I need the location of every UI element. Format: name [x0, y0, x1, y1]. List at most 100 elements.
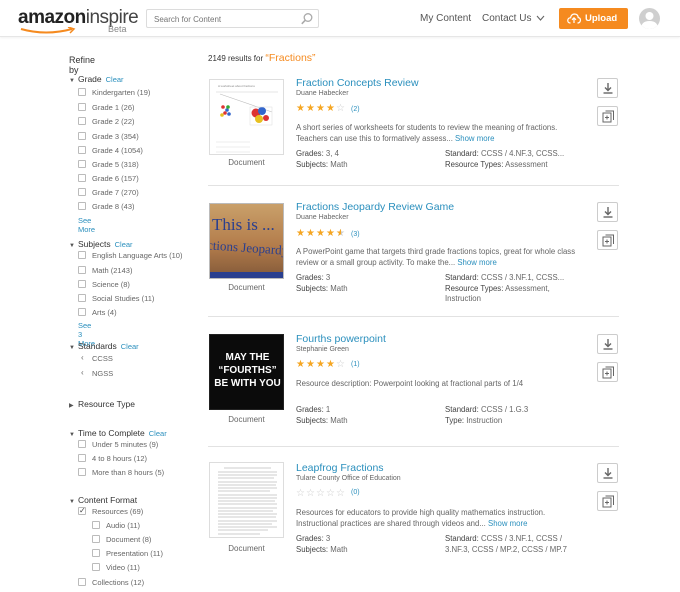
- grade-section-toggle[interactable]: ▼ Grade Clear: [69, 74, 124, 84]
- time-option[interactable]: 4 to 8 hours (12): [92, 454, 147, 463]
- subject-option[interactable]: Science (8): [92, 280, 130, 289]
- subject-checkbox[interactable]: [78, 280, 86, 288]
- grade-checkbox[interactable]: [78, 188, 86, 196]
- standards-section-toggle[interactable]: ▼ Standards Clear: [69, 341, 139, 351]
- standards-clear-link[interactable]: Clear: [121, 342, 139, 351]
- grade-option[interactable]: Grade 6 (157): [92, 174, 139, 183]
- grade-checkbox[interactable]: [78, 202, 86, 210]
- subject-checkbox[interactable]: [78, 294, 86, 302]
- rating-count[interactable]: (3): [351, 231, 360, 238]
- time-checkbox[interactable]: [78, 468, 86, 476]
- time-option[interactable]: Under 5 minutes (9): [92, 440, 158, 449]
- thumb-fourths-line2: “FOURTHS”: [218, 365, 276, 376]
- grade-checkbox[interactable]: [78, 88, 86, 96]
- format-sub-checkbox[interactable]: [92, 549, 100, 557]
- download-button[interactable]: [597, 463, 618, 483]
- grade-option[interactable]: Grade 4 (1054): [92, 146, 143, 155]
- result-title[interactable]: Fourths powerpoint: [296, 333, 386, 345]
- collections-checkbox[interactable]: [78, 578, 86, 586]
- contact-us-link[interactable]: Contact Us: [482, 13, 545, 24]
- grade-checkbox[interactable]: [78, 117, 86, 125]
- show-more-link[interactable]: Show more: [488, 519, 527, 528]
- grade-option[interactable]: Grade 2 (22): [92, 117, 135, 126]
- format-sub-checkbox[interactable]: [92, 521, 100, 529]
- result-author[interactable]: Stephanie Green: [296, 346, 349, 353]
- format-option-resources[interactable]: Resources (69): [92, 507, 143, 516]
- grade-checkbox[interactable]: [78, 146, 86, 154]
- format-sub-option[interactable]: Document (8): [106, 535, 151, 544]
- resources-checkbox[interactable]: [78, 506, 86, 515]
- chevron-left-icon[interactable]: ‹: [81, 368, 84, 377]
- result-title[interactable]: Fractions Jeopardy Review Game: [296, 201, 454, 213]
- grade-clear-link[interactable]: Clear: [106, 75, 124, 84]
- grade-checkbox[interactable]: [78, 160, 86, 168]
- rating-count[interactable]: (1): [351, 361, 360, 368]
- grade-option[interactable]: Grade 5 (318): [92, 160, 139, 169]
- search-icon[interactable]: [300, 12, 314, 26]
- download-button[interactable]: [597, 78, 618, 98]
- format-sub-checkbox[interactable]: [92, 535, 100, 543]
- format-sub-checkbox[interactable]: [92, 563, 100, 571]
- time-clear-link[interactable]: Clear: [149, 429, 167, 438]
- download-button[interactable]: [597, 334, 618, 354]
- subjects-clear-link[interactable]: Clear: [115, 240, 133, 249]
- result-thumbnail[interactable]: MAY THE “FOURTHS” BE WITH YOU: [209, 334, 284, 410]
- show-more-link[interactable]: Show more: [457, 258, 496, 267]
- result-description-text: A short series of worksheets for student…: [296, 123, 558, 143]
- result-title[interactable]: Fraction Concepts Review: [296, 77, 419, 89]
- grade-checkbox[interactable]: [78, 174, 86, 182]
- result-thumbnail[interactable]: This is ... ctions Jeopardy: [209, 203, 284, 279]
- upload-button[interactable]: Upload: [559, 8, 628, 29]
- rating-count[interactable]: (2): [351, 106, 360, 113]
- format-sub-option[interactable]: Audio (11): [106, 521, 140, 530]
- subject-checkbox[interactable]: [78, 308, 86, 316]
- time-checkbox[interactable]: [78, 440, 86, 448]
- search-input[interactable]: [154, 13, 294, 25]
- search-box[interactable]: [146, 9, 319, 28]
- time-option[interactable]: More than 8 hours (5): [92, 468, 164, 477]
- chevron-left-icon[interactable]: ‹: [81, 353, 84, 362]
- grade-option[interactable]: Grade 3 (354): [92, 132, 139, 141]
- result-author[interactable]: Duane Habecker: [296, 90, 349, 97]
- chevron-down-icon: [536, 15, 545, 21]
- time-section-toggle[interactable]: ▼ Time to Complete Clear: [69, 428, 167, 438]
- subject-option[interactable]: Social Studies (11): [92, 294, 154, 303]
- show-more-link[interactable]: Show more: [455, 134, 494, 143]
- grade-option[interactable]: Grade 7 (270): [92, 188, 139, 197]
- add-to-collection-button[interactable]: [597, 362, 618, 382]
- grade-checkbox[interactable]: [78, 132, 86, 140]
- subject-option[interactable]: English Language Arts (10): [92, 251, 182, 260]
- result-author[interactable]: Duane Habecker: [296, 214, 349, 221]
- add-to-collection-button[interactable]: [597, 106, 618, 126]
- subject-checkbox[interactable]: [78, 266, 86, 274]
- standard-option-ccss[interactable]: CCSS: [92, 354, 113, 363]
- subjects-section-toggle[interactable]: ▼ Subjects Clear: [69, 239, 133, 249]
- amazon-inspire-logo[interactable]: amazoninspire Beta: [18, 7, 139, 34]
- resource-type-section-toggle[interactable]: ▶ Resource Type: [69, 399, 135, 409]
- subject-option[interactable]: Arts (4): [92, 308, 117, 317]
- format-sub-option[interactable]: Video (11): [106, 563, 140, 572]
- my-content-link[interactable]: My Content: [420, 13, 471, 24]
- time-checkbox[interactable]: [78, 454, 86, 462]
- standard-option-ngss[interactable]: NGSS: [92, 369, 113, 378]
- result-thumbnail[interactable]: A worksheet about fractions: [209, 79, 284, 155]
- format-sub-option[interactable]: Presentation (11): [106, 549, 163, 558]
- result-title[interactable]: Leapfrog Fractions: [296, 462, 384, 474]
- grade-option[interactable]: Kindergarten (19): [92, 88, 150, 97]
- result-thumbnail[interactable]: [209, 462, 284, 538]
- grade-option[interactable]: Grade 1 (26): [92, 103, 135, 112]
- format-section-toggle[interactable]: ▼ Content Format: [69, 495, 137, 505]
- add-to-collection-button[interactable]: [597, 230, 618, 250]
- format-option-collections[interactable]: Collections (12): [92, 578, 144, 587]
- grade-option[interactable]: Grade 8 (43): [92, 202, 135, 211]
- avatar[interactable]: [639, 8, 660, 29]
- logo-beta: Beta: [108, 24, 127, 34]
- result-author[interactable]: Tulare County Office of Education: [296, 475, 401, 482]
- subject-checkbox[interactable]: [78, 251, 86, 259]
- grade-see-more-link[interactable]: See More: [78, 216, 95, 234]
- download-button[interactable]: [597, 202, 618, 222]
- rating-count[interactable]: (0): [351, 489, 360, 496]
- add-to-collection-button[interactable]: [597, 491, 618, 511]
- subject-option[interactable]: Math (2143): [92, 266, 132, 275]
- grade-checkbox[interactable]: [78, 103, 86, 111]
